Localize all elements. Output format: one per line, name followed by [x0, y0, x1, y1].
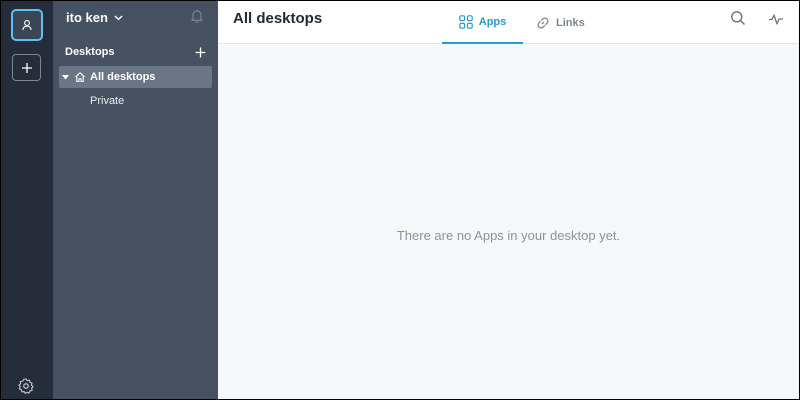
- tab-links-label: Links: [556, 16, 585, 29]
- chevron-down-icon: [114, 14, 123, 21]
- desktops-title: Desktops: [65, 46, 115, 58]
- profile-button[interactable]: [11, 9, 43, 41]
- notifications-button[interactable]: [189, 8, 207, 26]
- activity-button[interactable]: [768, 11, 786, 29]
- sidebar-item-all-desktops[interactable]: All desktops: [59, 66, 212, 88]
- plus-icon: [21, 62, 32, 73]
- tab-apps-label: Apps: [478, 15, 507, 28]
- main-content: All desktops Apps Links There are no App…: [218, 1, 799, 399]
- top-bar: All desktops Apps Links: [218, 1, 799, 44]
- empty-state-message: There are no Apps in your desktop yet.: [396, 228, 621, 243]
- activity-pulse-icon: [769, 14, 783, 25]
- settings-button[interactable]: [16, 376, 36, 396]
- add-desktop-button[interactable]: [193, 45, 207, 59]
- link-icon: [537, 16, 549, 29]
- caret-down-icon[interactable]: [62, 74, 71, 80]
- tab-links[interactable]: Links: [536, 1, 596, 44]
- desktops-header: Desktops: [65, 45, 207, 59]
- sidebar-item-label: All desktops: [90, 71, 156, 83]
- bell-icon: [191, 9, 203, 23]
- sidebar-item-private[interactable]: Private: [90, 95, 124, 107]
- page-title: All desktops: [233, 10, 323, 27]
- user-name: ito ken: [66, 10, 108, 25]
- user-icon: [22, 20, 32, 31]
- left-rail: [1, 1, 53, 399]
- add-workspace-button[interactable]: [12, 54, 41, 81]
- apps-grid-icon: [458, 14, 473, 29]
- sidebar: ito ken Desktops All desktops Private: [53, 1, 218, 399]
- app-window: ito ken Desktops All desktops Private Al…: [1, 1, 799, 399]
- gear-icon: [18, 378, 34, 395]
- plus-icon: [195, 47, 205, 57]
- user-menu[interactable]: ito ken: [66, 10, 123, 25]
- search-button[interactable]: [730, 10, 748, 28]
- tab-apps[interactable]: Apps: [442, 1, 523, 44]
- home-icon: [74, 71, 86, 83]
- search-icon: [731, 11, 746, 26]
